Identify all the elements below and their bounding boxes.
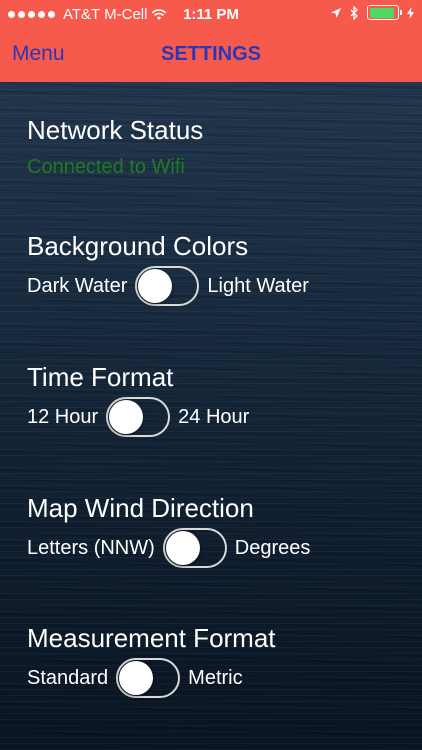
measurement-format-title: Measurement Format [27,623,276,653]
24-hour-label: 24 Hour [178,405,250,428]
wind-direction-toggle[interactable] [162,528,227,568]
menu-button[interactable]: Menu [12,42,65,66]
toggle-knob [109,400,144,434]
toggle-knob [138,269,173,303]
12-hour-label: 12 Hour [27,405,99,428]
letters-label: Letters (NNW) [27,536,155,559]
status-right [330,5,414,20]
network-status-section: Network Status Connected to Wifi [27,115,203,179]
network-status-value: Connected to Wifi [27,156,185,178]
wind-direction-row: Letters (NNW) Degrees [27,528,310,568]
measurement-format-section: Measurement Format Standard Metric [27,623,276,698]
background-colors-toggle[interactable] [135,266,200,306]
measurement-format-row: Standard Metric [27,658,276,698]
metric-label: Metric [188,666,243,689]
degrees-label: Degrees [234,536,311,559]
time-format-title: Time Format [27,362,174,392]
measurement-format-toggle[interactable] [116,658,181,698]
status-bar: AT&T M-Cell 1:11 PM [0,0,422,30]
background-colors-title: Background Colors [27,231,249,261]
dark-water-label: Dark Water [27,274,128,297]
network-status-title: Network Status [27,115,204,145]
time-format-section: Time Format 12 Hour 24 Hour [27,362,249,437]
bluetooth-icon [350,5,358,20]
toggle-knob [119,661,154,695]
background-colors-row: Dark Water Light Water [27,266,309,306]
battery-icon [367,5,402,20]
toggle-knob [165,531,200,565]
charging-icon [407,6,414,19]
settings-content: Network Status Connected to Wifi Backgro… [0,82,422,750]
nav-bar: Menu SETTINGS [0,30,422,82]
wind-direction-section: Map Wind Direction Letters (NNW) Degrees [27,493,310,568]
location-icon [331,7,341,18]
standard-label: Standard [27,666,109,689]
light-water-label: Light Water [207,274,309,297]
time-format-toggle[interactable] [106,397,171,437]
wind-direction-title: Map Wind Direction [27,493,254,523]
background-colors-section: Background Colors Dark Water Light Water [27,231,309,306]
time-format-row: 12 Hour 24 Hour [27,397,249,437]
